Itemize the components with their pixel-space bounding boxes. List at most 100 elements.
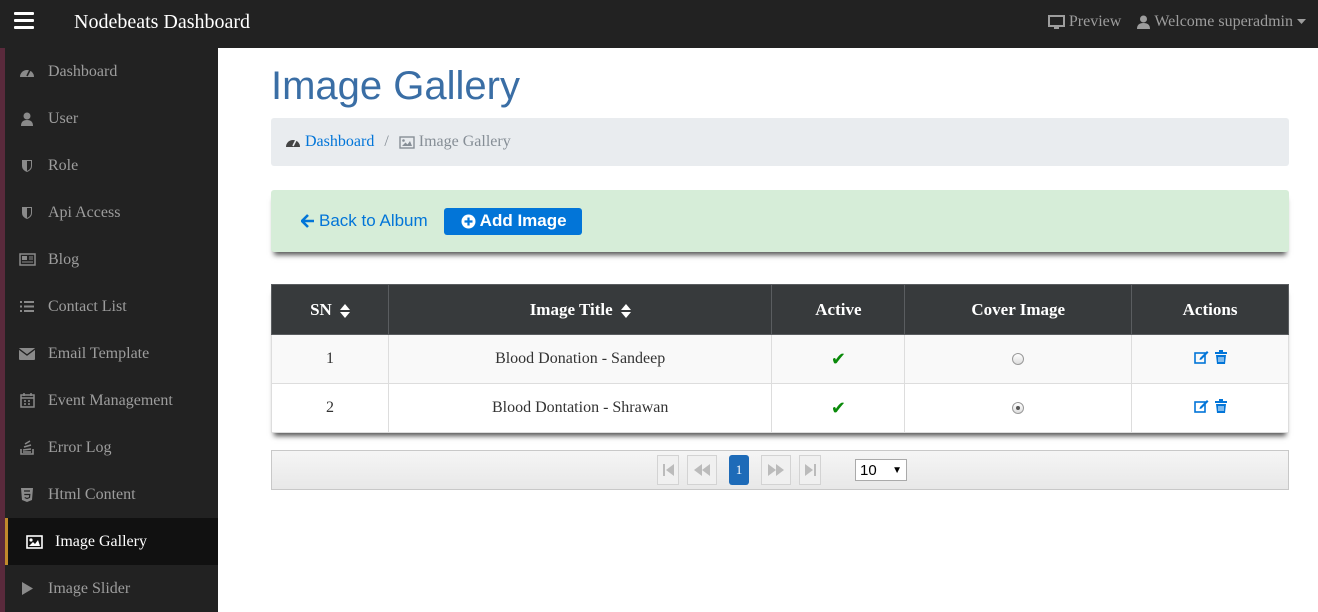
sidebar-item-api-access[interactable]: Api Access	[5, 189, 218, 236]
sidebar-item-html-content[interactable]: Html Content	[5, 471, 218, 518]
user-icon	[1137, 15, 1151, 29]
sidebar-item-email-template[interactable]: Email Template	[5, 330, 218, 377]
last-page-button[interactable]	[799, 455, 821, 485]
sidebar-item-label: Dashboard	[48, 62, 118, 80]
page-size-select[interactable]: 10 ▼	[855, 459, 907, 481]
table-header-row: SN Image Title Active Cover Image Action…	[271, 284, 1289, 335]
breadcrumb-separator: /	[384, 133, 389, 150]
newspaper-icon	[15, 252, 39, 268]
sn-header-label: SN	[310, 299, 332, 319]
image-table: SN Image Title Active Cover Image Action…	[271, 284, 1289, 433]
page-number-button[interactable]: 1	[729, 455, 749, 485]
active-cell: ✔	[771, 334, 906, 384]
back-to-album-link[interactable]: Back to Album	[301, 211, 428, 231]
hamburger-menu-icon[interactable]	[14, 12, 34, 32]
active-cell: ✔	[771, 383, 906, 433]
sidebar-item-label: Email Template	[48, 344, 150, 362]
sidebar-item-label: Image Slider	[48, 579, 131, 597]
sort-icon	[620, 303, 631, 318]
check-icon: ✔	[830, 397, 846, 419]
breadcrumb-home-link[interactable]: Dashboard	[285, 133, 374, 151]
monitor-icon	[1047, 14, 1065, 29]
cover-cell	[904, 334, 1133, 384]
actions-cell	[1131, 334, 1289, 384]
sidebar-item-image-gallery[interactable]: Image Gallery	[5, 518, 218, 565]
sidebar-item-dashboard[interactable]: Dashboard	[5, 48, 218, 95]
sidebar-item-blog[interactable]: Blog	[5, 236, 218, 283]
actions-column-header: Actions	[1131, 284, 1289, 335]
dashboard-icon	[286, 139, 300, 147]
sidebar-item-label: Api Access	[48, 203, 121, 221]
previous-page-button[interactable]	[687, 455, 717, 485]
sidebar-item-role[interactable]: Role	[5, 142, 218, 189]
sidebar-item-label: Role	[48, 156, 79, 174]
first-page-button[interactable]	[657, 455, 679, 485]
trash-icon[interactable]	[1214, 398, 1227, 413]
page-size-value: 10	[860, 461, 877, 479]
sidebar: Dashboard User Role Api Access Blog Cont…	[0, 48, 218, 612]
plus-circle-icon	[461, 214, 476, 228]
cover-radio[interactable]	[1012, 353, 1025, 366]
breadcrumb-current: Image Gallery	[399, 133, 511, 151]
main-content: Image Gallery Dashboard / Image Gallery …	[218, 48, 1318, 612]
sidebar-item-error-log[interactable]: Error Log	[5, 424, 218, 471]
list-icon	[15, 299, 39, 315]
trash-icon[interactable]	[1214, 349, 1227, 364]
sidebar-item-label: User	[48, 109, 79, 127]
breadcrumb-home-label: Dashboard	[305, 133, 375, 150]
edit-icon[interactable]	[1193, 399, 1209, 413]
cover-header-label: Cover Image	[971, 299, 1066, 319]
shield-icon	[15, 158, 39, 174]
preview-link[interactable]: Preview	[1047, 13, 1121, 31]
title-header-label: Image Title	[529, 299, 613, 319]
image-icon	[22, 534, 46, 550]
dashboard-icon	[15, 64, 39, 80]
sn-cell: 2	[271, 383, 389, 433]
sort-icon	[339, 303, 350, 318]
rewind-icon	[694, 464, 710, 476]
caret-down-icon: ▼	[892, 464, 902, 476]
action-bar: Back to Album Add Image	[271, 190, 1289, 252]
table-row: 1 Blood Donation - Sandeep ✔	[271, 334, 1289, 384]
caret-down-icon	[1297, 19, 1306, 24]
play-icon	[15, 581, 39, 597]
brand-title[interactable]: Nodebeats Dashboard	[74, 11, 250, 34]
shield-icon	[15, 205, 39, 221]
check-icon: ✔	[830, 348, 846, 370]
edit-icon[interactable]	[1193, 350, 1209, 364]
active-header-label: Active	[815, 299, 862, 319]
sidebar-item-label: Blog	[48, 250, 80, 268]
add-image-button[interactable]: Add Image	[443, 207, 582, 235]
next-page-button[interactable]	[761, 455, 791, 485]
cover-radio[interactable]	[1012, 402, 1025, 415]
arrow-left-icon	[301, 214, 314, 228]
navbar-right: Preview Welcome superadmin	[1047, 13, 1306, 31]
first-page-icon	[662, 464, 674, 476]
cover-cell	[904, 383, 1133, 433]
sn-column-header[interactable]: SN	[271, 284, 389, 335]
image-icon	[399, 135, 415, 149]
actions-cell	[1131, 383, 1289, 433]
sidebar-item-event-management[interactable]: Event Management	[5, 377, 218, 424]
table-row: 2 Blood Dontation - Shrawan ✔	[271, 383, 1289, 433]
sn-cell: 1	[271, 334, 389, 384]
actions-header-label: Actions	[1182, 299, 1238, 319]
envelope-icon	[15, 346, 39, 362]
page-title: Image Gallery	[271, 64, 520, 108]
fast-forward-icon	[768, 464, 784, 476]
last-page-icon	[804, 464, 816, 476]
sidebar-item-contact-list[interactable]: Contact List	[5, 283, 218, 330]
sidebar-item-image-slider[interactable]: Image Slider	[5, 565, 218, 612]
breadcrumb: Dashboard / Image Gallery	[271, 118, 1289, 166]
sidebar-item-label: Contact List	[48, 297, 127, 315]
user-menu[interactable]: Welcome superadmin	[1137, 13, 1306, 31]
sidebar-item-label: Event Management	[48, 391, 173, 409]
cover-column-header: Cover Image	[904, 284, 1133, 335]
title-cell: Blood Dontation - Shrawan	[387, 383, 773, 433]
active-column-header: Active	[771, 284, 906, 335]
back-to-album-label: Back to Album	[319, 211, 428, 230]
sidebar-item-user[interactable]: User	[5, 95, 218, 142]
title-column-header[interactable]: Image Title	[387, 284, 773, 335]
html5-icon	[15, 487, 39, 503]
pagination-bar: 1 10 ▼	[271, 450, 1289, 490]
